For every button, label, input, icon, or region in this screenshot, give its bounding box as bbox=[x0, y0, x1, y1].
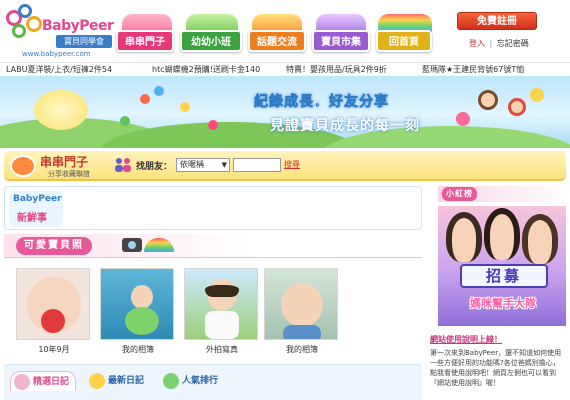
friend-bar-title: 串串門子 bbox=[40, 155, 89, 169]
chevron-down-icon: ▼ bbox=[221, 161, 227, 169]
banner-slogan-2: 見證寶貝成長的每一刻 bbox=[270, 118, 420, 134]
recruit-subtitle: 媽咪幫手大隊 bbox=[470, 297, 536, 310]
nav-tab-visit[interactable]: 串串門子 bbox=[116, 30, 174, 52]
login-link[interactable]: 登入 bbox=[469, 39, 485, 48]
balloon-icon bbox=[140, 94, 150, 104]
notebook-icon bbox=[14, 374, 30, 390]
tab-label: 人氣排行 bbox=[182, 376, 219, 386]
sidebar-title: 小紅榜 bbox=[442, 187, 477, 201]
recruit-ad-banner[interactable]: 招募 媽咪幫手大隊 bbox=[438, 206, 566, 326]
sidebar-header: 小紅榜 bbox=[438, 186, 566, 202]
promo-ticker: LABU夏洋裝/上衣/短褲2件54 htc蝴蝶機2預購!送刷卡金140 特賣！嬰… bbox=[0, 62, 570, 76]
photo-card[interactable]: 我的相簿 bbox=[100, 268, 176, 360]
nav-tab-home[interactable]: 回首頁 bbox=[376, 30, 432, 52]
fresh-news-box: BabyPeer 新鮮事 bbox=[4, 186, 422, 230]
login-links: 登入 | 忘記密碼 bbox=[469, 38, 529, 49]
fresh-title: 新鮮事 bbox=[17, 213, 47, 224]
fresh-brand: BabyPeer bbox=[13, 194, 62, 204]
search-link[interactable]: 搜尋 bbox=[284, 159, 300, 170]
ticker-item[interactable]: 藍瑪隊★王建民背號67號T恤 bbox=[422, 64, 524, 75]
new-badge-icon bbox=[89, 373, 105, 389]
baby-photo[interactable] bbox=[264, 268, 338, 340]
photo-grid: 10年9月 我的相簿 外拍寫真 我的相簿 bbox=[14, 268, 420, 356]
star-icon bbox=[530, 88, 544, 102]
header: BabyPeer 寶貝同學會 www.babypeer.com 串串門子 幼幼小… bbox=[0, 0, 570, 62]
login-separator: | bbox=[489, 39, 493, 48]
nav-tab-discussion[interactable]: 話題交流 bbox=[248, 30, 306, 52]
tab-popular-ranking[interactable]: 人氣排行 bbox=[160, 371, 224, 391]
baby-photo[interactable] bbox=[16, 268, 90, 340]
recruit-headline: 招募 bbox=[460, 264, 548, 288]
flower-icon bbox=[34, 90, 88, 130]
tab-latest-diary[interactable]: 最新日記 bbox=[86, 371, 150, 391]
mom-figure-icon bbox=[446, 212, 482, 262]
ticker-item[interactable]: 特賣！嬰孩用品/玩具2件9折 bbox=[286, 64, 387, 75]
gallery-title: 可愛寶貝照 bbox=[16, 237, 92, 255]
main-nav: 串串門子 幼幼小班 話題交流 寶貝市集 回首頁 bbox=[112, 14, 440, 54]
crayon-icon bbox=[456, 112, 470, 126]
find-friend-label: 找朋友： bbox=[136, 162, 173, 172]
banner-slogan-1: 紀錄成長．好友分享 bbox=[254, 94, 389, 111]
tab-featured-diary[interactable]: 精選日記 bbox=[10, 371, 77, 391]
forgot-password-link[interactable]: 忘記密碼 bbox=[497, 39, 529, 48]
tree-icon bbox=[120, 116, 130, 126]
ticker-item[interactable]: htc蝴蝶機2預購!送刷卡金140 bbox=[152, 64, 260, 75]
search-type-value: 依暱稱 bbox=[180, 160, 204, 169]
photo-caption[interactable]: 外拍寫真 bbox=[184, 344, 260, 355]
mom-figure-icon bbox=[522, 214, 558, 264]
ticker-item[interactable]: LABU夏洋裝/上衣/短褲2件54 bbox=[6, 64, 112, 75]
logo[interactable]: BabyPeer 寶貝同學會 www.babypeer.com bbox=[4, 4, 114, 60]
tab-label: 精選日記 bbox=[33, 377, 70, 387]
ranking-icon bbox=[163, 373, 179, 389]
site-guide-desc: 第一次來到BabyPeer，還不知道如何使用一些方便好用的功能嗎?各位爸媽別擔心… bbox=[430, 349, 562, 387]
camera-icon bbox=[122, 238, 142, 252]
tab-label: 最新日記 bbox=[108, 376, 145, 386]
register-button[interactable]: 免費註冊 bbox=[457, 12, 537, 30]
balloon-icon bbox=[180, 102, 190, 112]
friend-search-input[interactable] bbox=[233, 158, 281, 172]
fresh-news-logo: BabyPeer 新鮮事 bbox=[9, 191, 63, 227]
rainbow-icon bbox=[144, 238, 174, 252]
nav-tab-market[interactable]: 寶貝市集 bbox=[312, 30, 370, 52]
site-guide-title[interactable]: 網站使用說明上線！ bbox=[430, 334, 502, 345]
nav-tab-kindergarten[interactable]: 幼幼小班 bbox=[180, 30, 242, 52]
child-figure-icon bbox=[508, 98, 526, 116]
photo-card[interactable]: 10年9月 bbox=[16, 268, 92, 360]
photo-caption[interactable]: 10年9月 bbox=[16, 344, 92, 355]
logo-subtitle: 寶貝同學會 bbox=[56, 35, 112, 48]
friend-search-bar: 串串門子 分享收藏聯誼 找朋友： 依暱稱 ▼ 搜尋 bbox=[4, 151, 566, 181]
baby-photo[interactable] bbox=[184, 268, 258, 340]
hero-banner: 紀錄成長．好友分享 見證寶貝成長的每一刻 bbox=[0, 76, 570, 148]
search-type-select[interactable]: 依暱稱 ▼ bbox=[176, 158, 230, 172]
friend-bar-subtitle: 分享收藏聯誼 bbox=[48, 170, 90, 178]
baby-photo[interactable] bbox=[100, 268, 174, 340]
visit-mascot-icon bbox=[10, 155, 36, 177]
gallery-header: 可愛寶貝照 bbox=[4, 234, 422, 258]
photo-caption[interactable]: 我的相簿 bbox=[264, 344, 340, 355]
photo-caption[interactable]: 我的相簿 bbox=[100, 344, 176, 355]
diary-tabs: 精選日記 最新日記 人氣排行 bbox=[4, 364, 422, 400]
logo-url: www.babypeer.com bbox=[22, 50, 91, 58]
tree-icon bbox=[208, 120, 218, 130]
child-figure-icon bbox=[478, 90, 498, 110]
balloon-icon bbox=[154, 86, 164, 96]
photo-card[interactable]: 我的相簿 bbox=[264, 268, 340, 360]
mom-figure-icon bbox=[484, 208, 520, 260]
photo-card[interactable]: 外拍寫真 bbox=[184, 268, 260, 360]
logo-brand: BabyPeer bbox=[42, 18, 114, 34]
people-icon bbox=[115, 158, 131, 172]
